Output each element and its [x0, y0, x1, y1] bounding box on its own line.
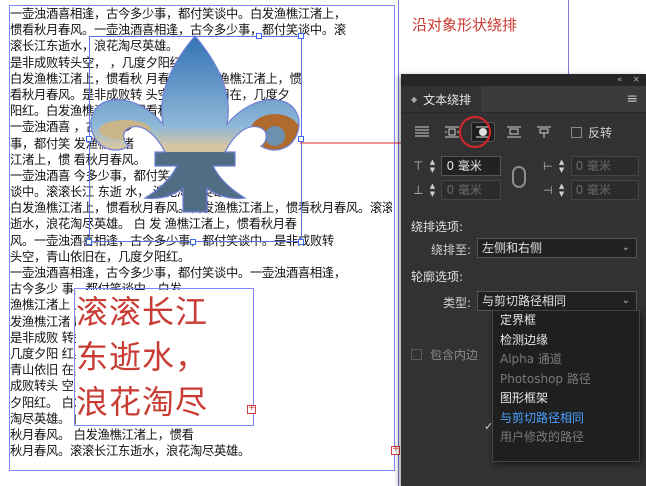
text-line: 一壶浊酒喜相逢，古今多少事，都付笑谈中。白发渔樵江渚上，	[10, 7, 346, 21]
dropdown-option-same-as-clipping[interactable]: 与剪切路径相同	[493, 409, 639, 429]
overset-port-icon[interactable]	[247, 403, 256, 414]
left-offset-row: ⊢ ▲ ▼ 0 毫米	[543, 156, 639, 176]
dropdown-option-user-modified-path: 用户修改的路径	[500, 430, 585, 444]
image-handle[interactable]	[86, 136, 92, 142]
contour-type-dropdown[interactable]: 定界框 检测边缘 Alpha 通道 Photoshop 路径 图形框架 与剪切路…	[492, 310, 640, 462]
large-red-text[interactable]: 滚滚长江 东逝水， 浪花淘尽	[76, 290, 252, 425]
left-offset-icon: ⊢	[543, 159, 553, 173]
large-text-line: 滚滚长江	[76, 293, 209, 331]
bottom-offset-field[interactable]: 0 毫米	[441, 180, 502, 200]
bottom-offset-icon: ⊥	[413, 183, 424, 197]
dropdown-option-alpha-channel: Alpha 通道	[500, 352, 562, 366]
right-offset-icon: ⊣	[543, 183, 553, 197]
tab-text-wrap[interactable]: ◆ 文本绕排	[401, 86, 482, 112]
panel-tab-bar: ◆ 文本绕排 ≡	[401, 86, 646, 113]
highlight-circle	[459, 116, 491, 148]
collapse-icon[interactable]: «	[617, 75, 623, 85]
right-offset-stepper[interactable]: ▲ ▼	[557, 182, 567, 198]
invert-option[interactable]: 反转	[571, 124, 612, 141]
checkmark-icon: ✓	[484, 420, 494, 433]
include-inside-edges-label: 包含内边	[430, 348, 479, 362]
right-offset-row: ⊣ ▲ ▼ 0 毫米	[543, 180, 639, 200]
no-wrap-icon[interactable]	[411, 123, 433, 141]
wrap-to-value: 左侧和右侧	[482, 241, 543, 255]
tab-label: 文本绕排	[423, 92, 472, 107]
top-offset-stepper[interactable]: ▲ ▼	[427, 158, 437, 174]
contour-type-select[interactable]: 与剪切路径相同 ⌄	[477, 291, 637, 311]
text-line: 秋月春风。 白发渔樵江渚上，惯看	[10, 427, 194, 442]
top-offset-icon: ⊤	[413, 159, 424, 173]
wrap-to-label: 绕排至:	[430, 243, 471, 257]
panel-title-bar: « ×	[401, 74, 646, 86]
chevron-down-icon: ⌄	[621, 242, 630, 253]
panel-menu-icon[interactable]: ≡	[626, 91, 638, 107]
left-offset-stepper[interactable]: ▲ ▼	[557, 158, 567, 174]
jump-object-icon[interactable]	[503, 123, 525, 141]
large-text-line: 东逝水，	[76, 338, 209, 376]
jump-next-column-icon[interactable]	[533, 123, 555, 141]
image-handle[interactable]	[86, 239, 92, 245]
left-offset-field[interactable]: 0 毫米	[570, 156, 639, 176]
close-icon[interactable]: ×	[632, 75, 640, 85]
chevron-down-icon: ⌄	[621, 295, 630, 306]
wrap-mode-buttons: 反转	[411, 122, 612, 142]
contour-options-label: 轮廓选项:	[411, 270, 464, 284]
image-bounding-box[interactable]	[89, 36, 302, 242]
text-line: 一壶浊酒喜相逢，古今多少事，都付笑谈中。一壶浊酒喜相逢，	[10, 266, 346, 280]
include-inside-edges-option[interactable]: 包含内边	[411, 346, 478, 363]
image-handle[interactable]	[256, 33, 262, 39]
text-line: 秋月春风。滚滚长江东逝水，浪花淘尽英雄。	[10, 444, 250, 459]
right-offset-field[interactable]: 0 毫米	[570, 180, 639, 200]
wrap-to-select[interactable]: 左侧和右侧 ⌄	[477, 238, 637, 258]
dropdown-option-photoshop-path: Photoshop 路径	[500, 371, 591, 386]
image-handle[interactable]	[190, 239, 196, 245]
contour-type-value: 与剪切路径相同	[482, 294, 567, 308]
large-text-line: 浪花淘尽	[76, 383, 209, 421]
type-label: 类型:	[442, 296, 471, 310]
invert-label: 反转	[588, 125, 613, 140]
top-offset-field[interactable]: 0 毫米	[441, 156, 502, 176]
tab-arrows-icon: ◆	[411, 94, 418, 104]
annotation-text: 沿对象形状绕排	[412, 16, 518, 34]
invert-checkbox[interactable]	[571, 126, 582, 138]
overset-port-icon[interactable]	[391, 444, 400, 455]
text-line: 头空，青山依旧在，几度夕阳红。	[10, 249, 190, 264]
column-guide	[398, 0, 399, 486]
bottom-offset-row: ⊥ ▲ ▼ 0 毫米	[413, 180, 502, 200]
wrap-options-label: 绕排选项:	[411, 220, 464, 234]
top-offset-row: ⊤ ▲ ▼ 0 毫米	[413, 156, 502, 176]
image-handle[interactable]	[298, 239, 304, 245]
bottom-offset-stepper[interactable]: ▲ ▼	[427, 182, 437, 198]
dropdown-option-graphic-frame[interactable]: 图形框架	[493, 389, 639, 409]
include-inside-edges-checkbox[interactable]	[411, 349, 422, 360]
dropdown-option-bounding-box[interactable]: 定界框	[493, 311, 639, 331]
link-offsets-icon[interactable]	[512, 166, 526, 188]
image-handle[interactable]	[298, 33, 304, 39]
dropdown-option-detect-edges[interactable]: 检测边缘	[493, 331, 639, 351]
